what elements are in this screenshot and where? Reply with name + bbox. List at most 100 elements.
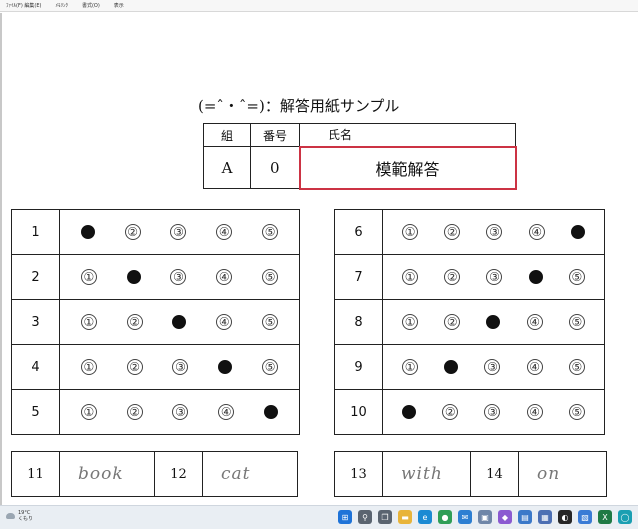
answer-bubble[interactable]: ② [442, 404, 459, 420]
answer-bubble[interactable]: ② [126, 314, 143, 330]
menu-item-format[interactable]: 書式(O) [82, 2, 100, 9]
number-value: 0 [250, 146, 300, 189]
answer-bubble[interactable]: ③ [172, 359, 189, 375]
menu-item-edit[interactable]: ﾒﾓﾘﾝｸ [55, 2, 68, 9]
filled-bubble[interactable]: ⑤ [264, 405, 279, 419]
answer-bubble[interactable]: ① [80, 314, 97, 330]
answer-options: ① ② ③ ④ ⑤ [382, 254, 605, 300]
answer-bubble[interactable]: ③ [172, 404, 189, 420]
answer-bubble[interactable]: ④ [526, 359, 543, 375]
notes-icon[interactable]: ▤ [518, 510, 532, 524]
answer-bubble[interactable]: ⑤ [568, 404, 585, 420]
file-explorer-icon[interactable]: ▬ [398, 510, 412, 524]
answer-bubble[interactable]: ④ [218, 404, 235, 420]
task-view-icon[interactable]: ❐ [378, 510, 392, 524]
start-icon[interactable]: ⊞ [338, 510, 352, 524]
answer-options: ① ② ③ ④ ⑤ [382, 344, 605, 390]
calendar-icon[interactable]: ▦ [538, 510, 552, 524]
question-row: 9 ① ② ③ ④ ⑤ [334, 344, 605, 390]
answer-bubble[interactable]: ① [402, 314, 419, 330]
answer-bubble[interactable]: ⑤ [262, 314, 279, 330]
answer-bubble[interactable]: ① [402, 269, 419, 285]
answer-bubble[interactable]: ⑤ [568, 359, 585, 375]
answer-bubble[interactable]: ② [124, 224, 141, 240]
answer-bubble[interactable]: ④ [528, 224, 545, 240]
answer-bubble[interactable]: ⑤ [568, 269, 585, 285]
search-icon[interactable]: ⚲ [358, 510, 372, 524]
filled-bubble[interactable]: ④ [528, 270, 543, 284]
menu-item-view[interactable]: 表示 [114, 2, 124, 9]
question-row: 7 ① ② ③ ④ ⑤ [334, 254, 605, 300]
answer-bubble[interactable]: ⑤ [262, 359, 279, 375]
answer-bubble[interactable]: ② [126, 404, 143, 420]
cortana-icon[interactable]: ◯ [618, 510, 632, 524]
number-header: 番号 [250, 123, 300, 147]
answer-bubble[interactable]: ② [444, 269, 461, 285]
taskbar-icons: ⊞ ⚲ ❐ ▬ e ● ✉ ▣ ◆ ▤ ▦ ◐ ▧ X ◯ [338, 510, 632, 524]
app-window: ﾌｧｲﾙ(F) 編集(E) ﾒﾓﾘﾝｸ 書式(O) 表示 (=ˆ・ˆ=)：解答用… [0, 0, 638, 529]
question-row: 2 ① ② ③ ④ ⑤ [11, 254, 300, 300]
weather-condition: くもり [18, 516, 34, 522]
answer-bubble[interactable]: ③ [170, 224, 187, 240]
question-row: 10 ① ② ③ ④ ⑤ [334, 389, 605, 435]
answer-bubble[interactable]: ① [80, 359, 97, 375]
question-number: 9 [334, 344, 383, 390]
edge-icon[interactable]: e [418, 510, 432, 524]
question-number: 11 [11, 451, 60, 497]
menu-item-file[interactable]: ﾌｧｲﾙ(F) 編集(E) [6, 2, 41, 9]
menu-bar: ﾌｧｲﾙ(F) 編集(E) ﾒﾓﾘﾝｸ 書式(O) 表示 [0, 0, 638, 12]
app-icon[interactable]: ◐ [558, 510, 572, 524]
answer-bubble[interactable]: ② [126, 359, 143, 375]
filled-bubble[interactable]: ② [126, 270, 141, 284]
answer-table-left: 1 ① ② ③ ④ ⑤ 2 ① ② ③ ④ ⑤ 3 ① ② ③ ④ ⑤ 4 ① ② ③ ④ ⑤ 5 ① ② ③ ④ ⑤ [11, 209, 300, 435]
page-title: (=ˆ・ˆ=)：解答用紙サンプル [198, 97, 400, 115]
answer-bubble[interactable]: ③ [170, 269, 187, 285]
question-row: 3 ① ② ③ ④ ⑤ [11, 299, 300, 345]
answer-bubble[interactable]: ② [444, 314, 461, 330]
filled-bubble[interactable]: ③ [486, 315, 501, 329]
answer-bubble[interactable]: ① [80, 269, 97, 285]
answer-bubble[interactable]: ⑤ [262, 269, 279, 285]
handwritten-answer: on [518, 451, 607, 497]
class-header: 組 [203, 123, 251, 147]
handwritten-answer: with [382, 451, 471, 497]
visual-studio-icon[interactable]: ◆ [498, 510, 512, 524]
answer-bubble[interactable]: ③ [484, 359, 501, 375]
answer-bubble[interactable]: ③ [486, 269, 503, 285]
answer-bubble[interactable]: ④ [216, 314, 233, 330]
question-number: 6 [334, 209, 383, 255]
question-row: 6 ① ② ③ ④ ⑤ [334, 209, 605, 255]
answer-bubble[interactable]: ② [444, 224, 461, 240]
answer-bubble[interactable]: ⑤ [262, 224, 279, 240]
question-number: 13 [334, 451, 383, 497]
answer-bubble[interactable]: ③ [484, 404, 501, 420]
answer-bubble[interactable]: ⑤ [568, 314, 585, 330]
question-row: 8 ① ② ③ ④ ⑤ [334, 299, 605, 345]
store-icon[interactable]: ▧ [578, 510, 592, 524]
answer-bubble[interactable]: ④ [216, 224, 233, 240]
mail-icon[interactable]: ✉ [458, 510, 472, 524]
filled-bubble[interactable]: ① [80, 225, 95, 239]
filled-bubble[interactable]: ① [402, 405, 417, 419]
chrome-icon[interactable]: ● [438, 510, 452, 524]
excel-icon[interactable]: X [598, 510, 612, 524]
answer-bubble[interactable]: ① [80, 404, 97, 420]
answer-bubble[interactable]: ④ [216, 269, 233, 285]
answer-bubble[interactable]: ① [402, 224, 419, 240]
filled-bubble[interactable]: ④ [218, 360, 233, 374]
question-number: 14 [470, 451, 519, 497]
name-header: 氏名 [299, 123, 516, 147]
filled-bubble[interactable]: ⑤ [570, 225, 585, 239]
photos-icon[interactable]: ▣ [478, 510, 492, 524]
answer-bubble[interactable]: ③ [486, 224, 503, 240]
weather-widget[interactable]: 19°C くもり [6, 510, 33, 522]
answer-options: ① ② ③ ④ ⑤ [59, 344, 300, 390]
written-table-right: 13 with 14 on [334, 451, 607, 497]
answer-options: ① ② ③ ④ ⑤ [59, 299, 300, 345]
question-number: 10 [334, 389, 383, 435]
answer-bubble[interactable]: ④ [526, 404, 543, 420]
filled-bubble[interactable]: ③ [172, 315, 187, 329]
answer-bubble[interactable]: ① [402, 359, 419, 375]
answer-bubble[interactable]: ④ [526, 314, 543, 330]
filled-bubble[interactable]: ② [444, 360, 459, 374]
